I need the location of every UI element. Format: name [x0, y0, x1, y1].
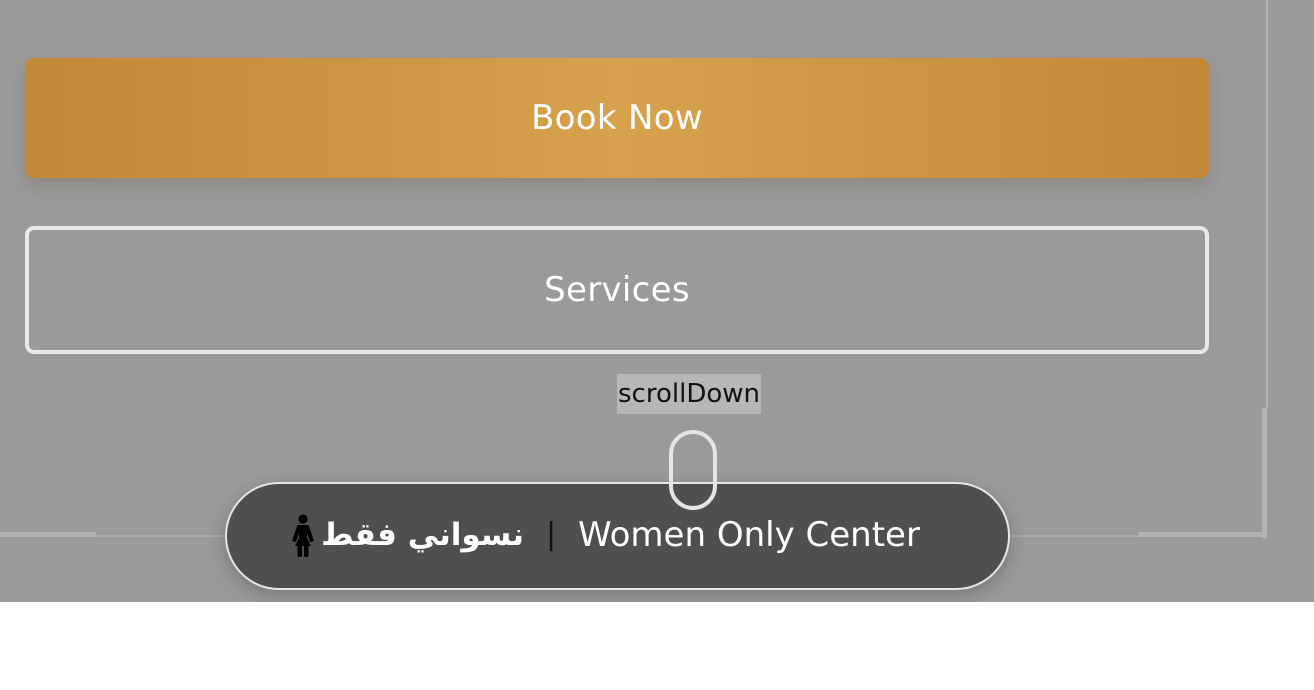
services-button[interactable]: Services: [25, 226, 1209, 354]
woman-icon: [292, 514, 314, 557]
hero-section: Book Now Services scrollDown نسواني فقط …: [0, 0, 1314, 602]
frame-line: [0, 532, 96, 537]
mouse-scroll-icon[interactable]: [669, 430, 717, 510]
women-only-center-label: Women Only Center: [578, 515, 920, 555]
frame-line: [1262, 408, 1267, 538]
book-now-button[interactable]: Book Now: [25, 58, 1209, 178]
frame-line: [1266, 0, 1268, 408]
badge-divider: |: [545, 517, 557, 552]
scroll-down-label: scrollDown: [617, 374, 761, 414]
frame-line: [1138, 532, 1267, 537]
arabic-women-only-label: نسواني فقط: [321, 517, 524, 553]
